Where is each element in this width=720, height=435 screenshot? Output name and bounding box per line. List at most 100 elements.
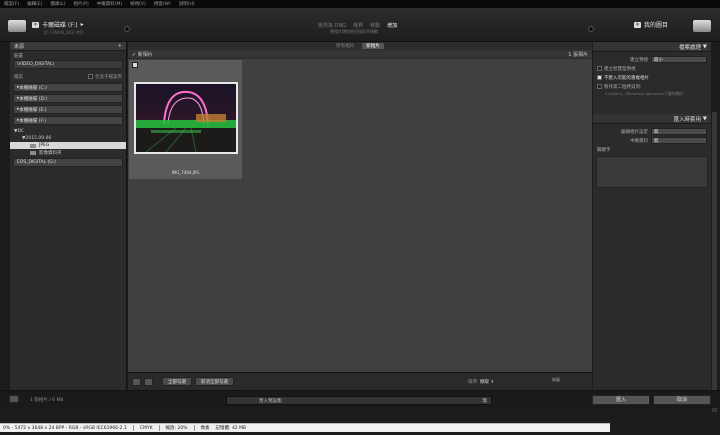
photo-thumbnail[interactable] bbox=[134, 82, 238, 154]
folder-tree-item[interactable]: ▼ DC bbox=[10, 128, 126, 135]
source-device-icon[interactable] bbox=[8, 20, 26, 32]
folder-icon bbox=[30, 150, 36, 155]
no-duplicates-label: 不匯入可能的重複相片 bbox=[604, 75, 649, 81]
chevron-right-icon: ▸ bbox=[80, 21, 84, 28]
expand-icon[interactable] bbox=[9, 395, 19, 403]
photo-checkbox[interactable] bbox=[132, 62, 138, 68]
import-mode-option[interactable]: 拷貝為 DNG bbox=[318, 22, 346, 29]
metadata-select[interactable]: 無 bbox=[651, 137, 707, 144]
loupe-view-icon[interactable] bbox=[144, 377, 153, 386]
menu-bar: 檔案(F) 編輯(E) 圖庫(L) 相片(P) 中繼資料(M) 檢視(V) 視窗(W) 說明(… bbox=[0, 0, 720, 8]
folder-tree: ▼ DC ▼ 2015.09.06 JPEG 影像資料夾 bbox=[10, 128, 126, 156]
metadata-row: 中繼資料 無 bbox=[593, 136, 711, 145]
destination-selector[interactable]: 中 我的圖目 bbox=[634, 20, 668, 29]
apply-during-import-header[interactable]: 匯入時套用 ▼ bbox=[593, 114, 711, 124]
arrow-left-icon bbox=[124, 26, 130, 32]
menu-item[interactable]: 相片(P) bbox=[74, 1, 89, 7]
import-mode-selector: 拷貝為 DNG 拷貝 移動 增加 bbox=[318, 22, 397, 29]
menu-item[interactable]: 檔案(F) bbox=[4, 1, 19, 7]
develop-settings-row: 編輯相片設定 無 bbox=[593, 127, 711, 136]
grid-view-icon[interactable] bbox=[132, 377, 141, 386]
folder-tree-item[interactable]: JPEG bbox=[10, 142, 126, 149]
smart-preview-checkbox[interactable]: 建立智慧型預視 bbox=[593, 64, 711, 73]
source-panel-header[interactable]: 來源 + bbox=[10, 42, 126, 51]
file-handling-header[interactable]: 檔案處理 ▼ bbox=[593, 42, 711, 52]
source-panel: 來源 + 裝置 \VIDEO_DIGITAL\ 檔案 包含子檔案夾 ▸ 本機磁碟… bbox=[10, 42, 127, 390]
import-mode-option[interactable]: 增加 bbox=[387, 22, 397, 29]
menu-item[interactable]: 編輯(E) bbox=[27, 1, 42, 7]
status-memory: 記憶體: 42 MB bbox=[215, 426, 247, 431]
check-all-button[interactable]: 全部勾選 bbox=[162, 377, 192, 386]
menu-item[interactable]: 檢視(V) bbox=[130, 1, 146, 7]
checkbox-icon bbox=[88, 73, 93, 79]
volume-label: 本機磁碟 (C:) bbox=[19, 85, 47, 91]
import-preset-select[interactable]: 匯入預設集: 無 bbox=[226, 396, 492, 405]
plus-icon[interactable]: + bbox=[118, 43, 122, 49]
build-preview-select[interactable]: 最小 bbox=[651, 56, 707, 63]
status-bar: 0% - 5472 x 3648 x 24 BPP - RGB - sRGB I… bbox=[0, 423, 610, 432]
source-selector[interactable]: 中 卡爾磁碟 (F:) ▸ bbox=[32, 20, 84, 29]
build-preview-row: 建立預視 最小 bbox=[593, 55, 711, 64]
source-subtitle: 從 CANON_DIGI 拷貝 bbox=[44, 30, 84, 35]
status-divider bbox=[158, 425, 160, 431]
source-title: 卡爾磁碟 (F:) bbox=[42, 22, 78, 29]
preset-label: 匯入預設集: bbox=[259, 398, 284, 404]
menu-item[interactable]: 說明(H) bbox=[179, 1, 195, 7]
folder-tree-item[interactable]: ▼ 2015.09.06 bbox=[10, 135, 126, 142]
import-mode-option[interactable]: 拷貝 bbox=[353, 22, 363, 29]
destination-badge: 中 bbox=[634, 21, 641, 28]
keywords-input[interactable] bbox=[596, 156, 708, 188]
group-label: 新相片 bbox=[137, 51, 153, 58]
grid-toolbar: 全部勾選 取消全部勾選 排序: 擷取 ⬍ 縮圖 bbox=[128, 372, 592, 390]
sort-control[interactable]: 排序: 擷取 ⬍ bbox=[468, 379, 494, 385]
uncheck-all-button[interactable]: 取消全部勾選 bbox=[195, 377, 234, 386]
menu-item[interactable]: 視窗(W) bbox=[154, 1, 171, 7]
folder-label: DC bbox=[17, 129, 25, 134]
group-count: 1 張相片 bbox=[568, 51, 588, 58]
options-panel: 檔案處理 ▼ 建立預視 最小 建立智慧型預視 不匯入可能的重複相片 製作第二個拷… bbox=[593, 42, 711, 390]
include-subfolders-checkbox[interactable]: 包含子檔案夾 bbox=[88, 73, 122, 80]
grid-tab[interactable]: 所有相片 bbox=[336, 43, 354, 49]
sort-value: 擷取 bbox=[479, 380, 489, 385]
group-title: ✓ 新相片 bbox=[132, 51, 153, 58]
volume-label: 本機磁碟 (D:) bbox=[19, 96, 48, 102]
status-divider bbox=[193, 425, 195, 431]
devices-label: 裝置 bbox=[14, 53, 23, 59]
checkbox-icon bbox=[597, 84, 602, 89]
thumbnail-size-label: 縮圖 bbox=[552, 377, 560, 382]
menu-item[interactable]: 中繼資料(M) bbox=[97, 1, 122, 7]
status-dimensions: 0% - 5472 x 3648 x 24 BPP - RGB - sRGB I… bbox=[3, 425, 127, 431]
import-mode-option[interactable]: 移動 bbox=[370, 22, 380, 29]
volume-list: ▸ 本機磁碟 (C:) ▸ 本機磁碟 (D:) ▸ 本機磁碟 (E:) ▸ 本機磁碟 … bbox=[10, 83, 126, 125]
import-button[interactable]: 匯入 bbox=[592, 395, 650, 405]
volume-label: 本機磁碟 (F:) bbox=[19, 118, 46, 124]
folder-tree-item[interactable]: 影像資料夾 bbox=[10, 149, 126, 156]
volume-item[interactable]: ▸ 本機磁碟 (C:) bbox=[13, 83, 123, 92]
develop-settings-select[interactable]: 無 bbox=[651, 128, 707, 135]
device-field[interactable]: \VIDEO_DIGITAL\ bbox=[13, 60, 123, 69]
second-copy-checkbox[interactable]: 製作第二個拷貝到: bbox=[593, 82, 711, 91]
preset-value: 無 bbox=[482, 398, 488, 404]
cancel-button[interactable]: 取消 bbox=[653, 395, 711, 405]
metadata-label: 中繼資料 bbox=[630, 138, 648, 144]
volume-item[interactable]: ▸ 本機磁碟 (D:) bbox=[13, 94, 123, 103]
grid-tab[interactable]: 新相片 bbox=[362, 43, 384, 49]
destination-device-icon[interactable] bbox=[693, 20, 711, 32]
menu-item[interactable]: 圖庫(L) bbox=[50, 1, 65, 7]
build-preview-label: 建立預視 bbox=[630, 57, 648, 63]
volume-eos-digital[interactable]: EOS_DIGITAL (G:) bbox=[13, 158, 123, 167]
import-top-bar: 中 卡爾磁碟 (F:) ▸ 從 CANON_DIGI 拷貝 拷貝為 DNG 拷貝移… bbox=[0, 8, 720, 42]
source-panel-title: 來源 bbox=[14, 43, 25, 50]
grid-scrollbar[interactable] bbox=[712, 112, 717, 412]
status-pixel: 像素 bbox=[200, 426, 210, 431]
files-row: 檔案 包含子檔案夾 bbox=[10, 72, 126, 81]
keywords-label: 關鍵字 bbox=[597, 147, 611, 153]
files-label: 檔案 bbox=[14, 74, 23, 80]
photo-cell[interactable]: IMG_7464.JPG bbox=[129, 60, 242, 179]
grid-tabs: 所有相片 新相片 bbox=[128, 42, 592, 50]
folder-label: 影像資料夾 bbox=[39, 150, 62, 156]
no-duplicates-checkbox[interactable]: 不匯入可能的重複相片 bbox=[593, 73, 711, 82]
volume-item[interactable]: ▸ 本機磁碟 (F:) bbox=[13, 116, 123, 125]
volume-item[interactable]: ▸ 本機磁碟 (E:) bbox=[13, 105, 123, 114]
fountain-photo-image bbox=[136, 84, 236, 152]
